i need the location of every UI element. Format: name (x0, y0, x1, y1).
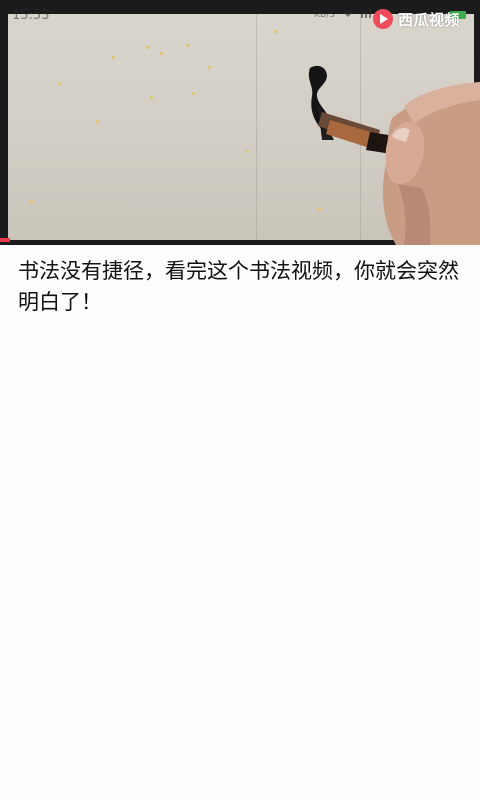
gold-fleck (274, 30, 277, 33)
gold-fleck (150, 96, 153, 99)
gold-fleck (58, 82, 61, 85)
gold-fleck (192, 92, 195, 95)
signal-icon (361, 8, 371, 18)
gold-fleck (30, 200, 33, 203)
gold-fleck (208, 66, 211, 69)
screen: 15:53 KB/S 西瓜视频 书法没有捷径，看完这个书法视频，你就会突然明白了… (0, 0, 480, 800)
status-icons (342, 8, 372, 18)
video-player[interactable]: 15:53 KB/S 西瓜视频 (0, 0, 480, 245)
status-time: 15:53 (12, 8, 50, 23)
gold-fleck (96, 120, 99, 123)
watermark: 西瓜视频 (372, 8, 460, 30)
brush-in-hand (308, 65, 480, 245)
video-title: 书法没有捷径，看完这个书法视频，你就会突然明白了！ (18, 259, 459, 314)
paper-fold-line (256, 14, 257, 240)
gold-fleck (160, 52, 163, 55)
gold-fleck (186, 44, 189, 47)
network-speed: KB/S (314, 10, 335, 20)
gold-fleck (112, 56, 115, 59)
wifi-icon (343, 10, 353, 17)
watermark-brand: 西瓜视频 (398, 10, 461, 29)
xigua-logo-icon (373, 9, 393, 29)
gold-fleck (246, 150, 249, 153)
gold-fleck (146, 46, 149, 49)
video-progress-indicator[interactable] (0, 238, 10, 242)
